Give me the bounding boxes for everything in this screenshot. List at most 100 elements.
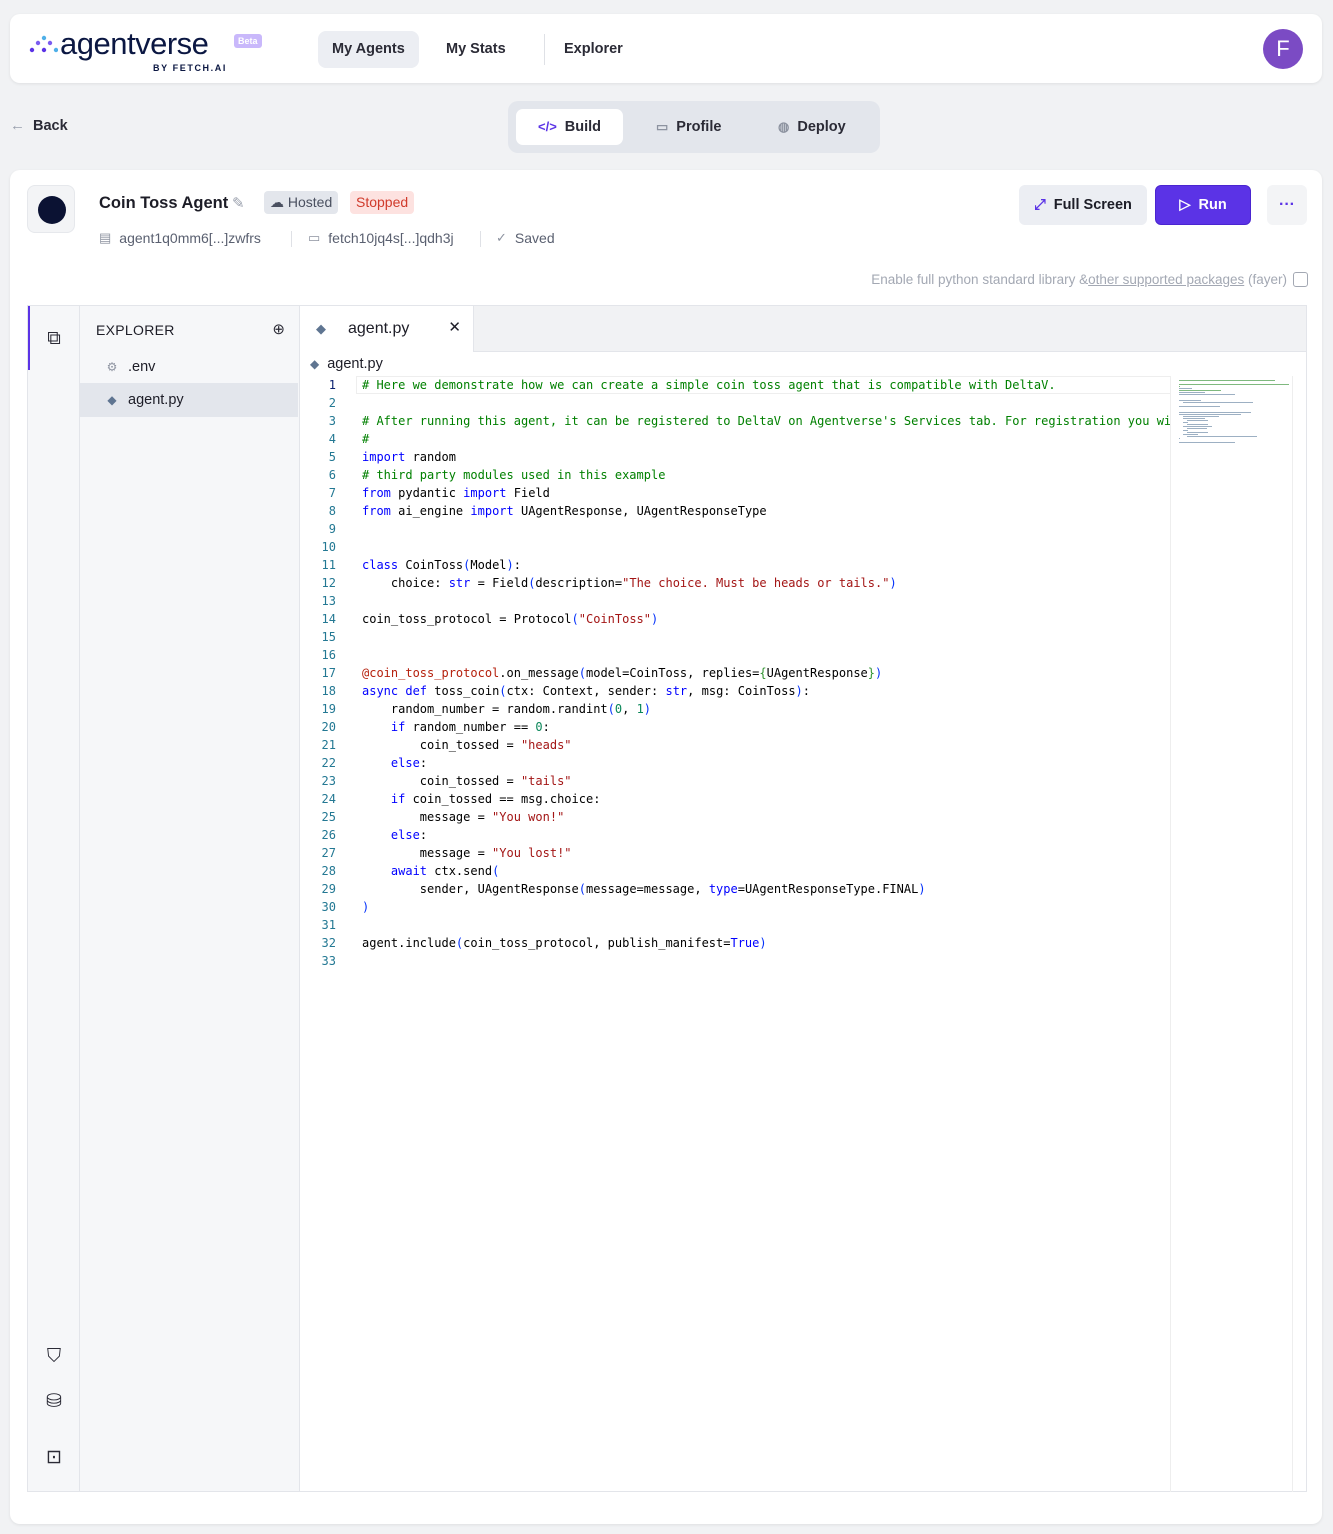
code-line[interactable]: 4 # xyxy=(300,430,1170,448)
id-card-icon: ▤ xyxy=(99,230,112,245)
line-number: 18 xyxy=(321,684,336,698)
code-line[interactable]: 8 from ai_engine import UAgentResponse, U… xyxy=(300,502,1170,520)
code-line[interactable]: 17 @coin_toss_protocol.on_message(model=C… xyxy=(300,664,1170,682)
code-line[interactable]: 15 xyxy=(300,628,1170,646)
file-name: .env xyxy=(128,359,156,375)
code-line[interactable]: 25 message = "You won!" xyxy=(300,808,1170,826)
code-line[interactable]: 28 await ctx.send( xyxy=(300,862,1170,880)
enable-packages-prefix: Enable full python standard library & xyxy=(871,272,1089,287)
code-line[interactable]: 31 xyxy=(300,916,1170,934)
agent-name: Coin Toss Agent xyxy=(99,194,229,212)
code-text: agent.include(coin_toss_protocol, publis… xyxy=(362,936,767,950)
code-line[interactable]: 29 sender, UAgentResponse(message=messag… xyxy=(300,880,1170,898)
tab-deploy[interactable]: ◍ Deploy xyxy=(756,109,868,145)
line-number: 31 xyxy=(321,918,336,932)
minimap-line xyxy=(1183,416,1219,417)
files-icon[interactable]: ⧉ xyxy=(42,328,66,352)
code-line[interactable]: 24 if coin_tossed == msg.choice: xyxy=(300,790,1170,808)
user-avatar[interactable]: F xyxy=(1263,29,1303,69)
shield-icon[interactable]: ⛉ xyxy=(42,1346,66,1370)
agentverse-logo[interactable]: agentverse Beta BY FETCH.AI xyxy=(28,26,268,74)
tab-build[interactable]: </> Build xyxy=(516,109,624,145)
code-line[interactable]: 14 coin_toss_protocol = Protocol("CoinTos… xyxy=(300,610,1170,628)
code-line[interactable]: 23 coin_tossed = "tails" xyxy=(300,772,1170,790)
nav-divider xyxy=(544,34,545,65)
code-line[interactable]: 1 # Here we demonstrate how we can create… xyxy=(300,376,1170,394)
code-line[interactable]: 22 else: xyxy=(300,754,1170,772)
wallet-address[interactable]: ▭ fetch10jq4s[...]qdh3j xyxy=(308,230,454,246)
enable-packages-checkbox[interactable] xyxy=(1293,272,1308,287)
nav-my-agents[interactable]: My Agents xyxy=(318,31,419,68)
line-number: 13 xyxy=(321,594,336,608)
status-badge: Stopped xyxy=(350,191,415,214)
code-line[interactable]: 7 from pydantic import Field xyxy=(300,484,1170,502)
file-name: agent.py xyxy=(128,392,184,408)
code-line[interactable]: 2 xyxy=(300,394,1170,412)
code-line[interactable]: 20 if random_number == 0: xyxy=(300,718,1170,736)
minimap[interactable] xyxy=(1170,376,1292,1492)
back-button[interactable]: ← Back xyxy=(10,117,68,134)
code-line[interactable]: 33 xyxy=(300,952,1170,970)
code-line[interactable]: 12 choice: str = Field(description="The … xyxy=(300,574,1170,592)
minimap-line xyxy=(1179,400,1201,401)
code-line[interactable]: 19 random_number = random.randint(0, 1) xyxy=(300,700,1170,718)
file-env[interactable]: ⚙ .env xyxy=(80,350,298,384)
minimap-line xyxy=(1179,414,1241,415)
vertical-scrollbar[interactable] xyxy=(1292,376,1306,1492)
close-icon[interactable]: ✕ xyxy=(448,318,461,336)
new-file-icon[interactable]: ⊕ xyxy=(272,320,285,338)
code-text: class CoinToss(Model): xyxy=(362,558,521,572)
minimap-line xyxy=(1187,420,1208,421)
database-icon[interactable]: ⛁ xyxy=(42,1390,66,1414)
edit-icon[interactable]: ✎ xyxy=(232,194,245,212)
code-line[interactable]: 27 message = "You lost!" xyxy=(300,844,1170,862)
minimap-line xyxy=(1183,402,1253,403)
python-icon: ◆ xyxy=(316,321,326,336)
file-agent-py[interactable]: ◆ agent.py xyxy=(80,383,298,417)
code-text: message = "You won!" xyxy=(362,810,565,824)
nav-explorer[interactable]: Explorer xyxy=(550,31,637,68)
code-line[interactable]: 18 async def toss_coin(ctx: Context, send… xyxy=(300,682,1170,700)
breadcrumb[interactable]: ◆ agent.py xyxy=(310,356,383,372)
python-icon: ◆ xyxy=(310,357,320,371)
nav-my-stats[interactable]: My Stats xyxy=(432,31,520,68)
top-navbar: agentverse Beta BY FETCH.AI My Agents My… xyxy=(10,14,1322,83)
code-line[interactable]: 32 agent.include(coin_toss_protocol, publ… xyxy=(300,934,1170,952)
python-icon: ◆ xyxy=(107,393,117,407)
code-line[interactable]: 6 # third party modules used in this exam… xyxy=(300,466,1170,484)
minimap-line xyxy=(1179,388,1192,389)
supported-packages-link[interactable]: other supported packages xyxy=(1088,272,1244,287)
code-line[interactable]: 10 xyxy=(300,538,1170,556)
minimap-line xyxy=(1183,430,1188,431)
file-explorer: EXPLORER ⊕ ⚙ .env ◆ agent.py xyxy=(80,306,300,1491)
editor[interactable]: ◆ agent.py ✕ ◆ agent.py 1 # Here we demon… xyxy=(300,306,1306,1492)
code-line[interactable]: 5 import random xyxy=(300,448,1170,466)
full-screen-label: Full Screen xyxy=(1053,197,1132,213)
terminal-icon[interactable]: ⊡ xyxy=(42,1446,66,1470)
code-line[interactable]: 16 xyxy=(300,646,1170,664)
editor-tab-agent-py[interactable]: ◆ agent.py ✕ xyxy=(300,306,474,352)
more-options-button[interactable]: ··· xyxy=(1267,185,1307,225)
code-lines[interactable]: 1 # Here we demonstrate how we can create… xyxy=(300,376,1170,976)
explorer-title: EXPLORER xyxy=(96,322,175,338)
agent-address[interactable]: ▤ agent1q0mm6[...]zwfrs xyxy=(99,230,261,246)
tab-profile-label: Profile xyxy=(676,119,722,135)
code-text: @coin_toss_protocol.on_message(model=Coi… xyxy=(362,666,883,680)
full-screen-button[interactable]: ⤢ Full Screen xyxy=(1019,185,1147,225)
code-line[interactable]: 26 else: xyxy=(300,826,1170,844)
code-line[interactable]: 21 coin_tossed = "heads" xyxy=(300,736,1170,754)
code-line[interactable]: 11 class CoinToss(Model): xyxy=(300,556,1170,574)
line-number: 32 xyxy=(321,936,336,950)
run-button[interactable]: ▷ Run xyxy=(1155,185,1251,225)
minimap-line xyxy=(1187,424,1208,425)
code-line[interactable]: 3 # After running this agent, it can be r… xyxy=(300,412,1170,430)
saved-status: ✓ Saved xyxy=(496,230,555,246)
tab-profile[interactable]: ▭ Profile xyxy=(634,109,743,145)
code-line[interactable]: 30) xyxy=(300,898,1170,916)
line-number: 28 xyxy=(321,864,336,878)
minimap-line xyxy=(1179,386,1180,387)
code-line[interactable]: 9 xyxy=(300,520,1170,538)
agent-avatar-image xyxy=(38,196,66,224)
line-number: 2 xyxy=(328,396,336,410)
code-line[interactable]: 13 xyxy=(300,592,1170,610)
